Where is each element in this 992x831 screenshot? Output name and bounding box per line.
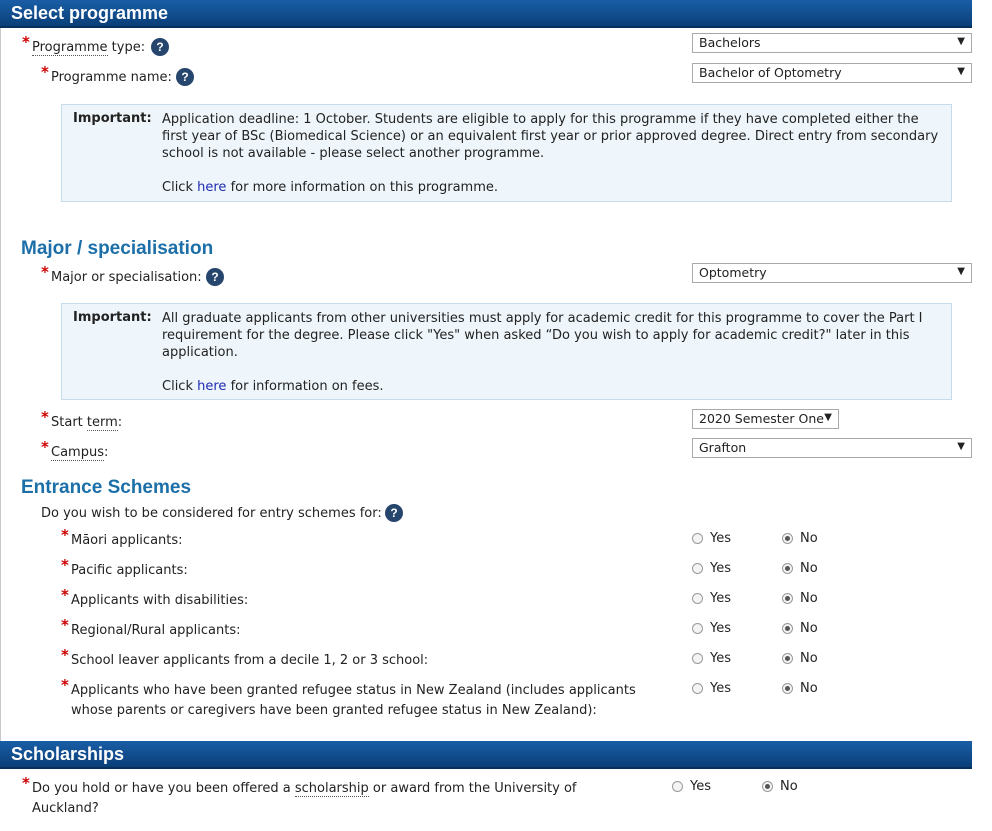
- major-select[interactable]: Optometry ▼: [692, 263, 972, 283]
- required-marker: *: [41, 63, 49, 81]
- section-heading-entrance: Entrance Schemes: [21, 477, 192, 498]
- scholarship-no-radio[interactable]: [762, 781, 773, 792]
- section-header-scholarships: Scholarships: [0, 741, 972, 769]
- programme-type-select[interactable]: Bachelors ▼: [692, 33, 972, 53]
- campus-label: Campus:: [51, 445, 109, 461]
- no-label: No: [800, 531, 818, 546]
- maori-no-radio[interactable]: [782, 533, 793, 544]
- yes-label: Yes: [710, 651, 731, 666]
- yes-label: Yes: [710, 531, 731, 546]
- help-icon[interactable]: ?: [176, 68, 194, 86]
- required-marker: *: [61, 676, 69, 694]
- notice-body: Application deadline: 1 October. Student…: [162, 112, 939, 161]
- notice-body: All graduate applicants from other unive…: [162, 311, 923, 360]
- campus-select[interactable]: Grafton ▼: [692, 438, 972, 458]
- maori-yes-radio[interactable]: [692, 533, 703, 544]
- regional-no-radio[interactable]: [782, 623, 793, 634]
- programme-type-label: Programme type:: [32, 40, 146, 56]
- refugee-label-line2: whose parents or caregivers have been gr…: [71, 703, 597, 718]
- required-marker: *: [41, 263, 49, 281]
- disabilities-label: Applicants with disabilities:: [71, 593, 249, 608]
- chevron-down-icon: ▼: [957, 266, 965, 277]
- required-marker: *: [22, 774, 30, 792]
- disabilities-yes-radio[interactable]: [692, 593, 703, 604]
- programme-info-link[interactable]: here: [197, 180, 226, 195]
- required-marker: *: [61, 556, 69, 574]
- refugee-no-radio[interactable]: [782, 683, 793, 694]
- required-marker: *: [22, 33, 30, 51]
- no-label: No: [800, 561, 818, 576]
- yes-label: Yes: [710, 621, 731, 636]
- maori-label: Māori applicants:: [71, 533, 183, 548]
- section-header-select-programme: Select programme: [0, 0, 972, 28]
- start-term-select[interactable]: 2020 Semester One ▼: [692, 409, 839, 429]
- regional-yes-radio[interactable]: [692, 623, 703, 634]
- refugee-yes-radio[interactable]: [692, 683, 703, 694]
- disabilities-no-radio[interactable]: [782, 593, 793, 604]
- yes-label: Yes: [710, 591, 731, 606]
- required-marker: *: [61, 616, 69, 634]
- no-label: No: [780, 779, 798, 794]
- required-marker: *: [61, 526, 69, 544]
- scholarship-yes-radio[interactable]: [672, 781, 683, 792]
- scholarship-question: Do you hold or have you been offered a s…: [32, 781, 577, 797]
- chevron-down-icon: ▼: [957, 441, 965, 452]
- notice-link-line: Click here for more information on this …: [162, 180, 499, 195]
- notice-text: Application deadline: 1 October. Student…: [162, 111, 942, 196]
- yes-label: Yes: [710, 561, 731, 576]
- required-marker: *: [61, 646, 69, 664]
- required-marker: *: [41, 408, 49, 426]
- form-left-border: [0, 28, 1, 743]
- programme-name-select[interactable]: Bachelor of Optometry ▼: [692, 63, 972, 83]
- school-leaver-yes-radio[interactable]: [692, 653, 703, 664]
- no-label: No: [800, 621, 818, 636]
- chevron-down-icon: ▼: [824, 412, 832, 423]
- required-marker: *: [41, 438, 49, 456]
- scholarship-question-line2: Auckland?: [32, 801, 99, 816]
- important-notice-programme: Important: Application deadline: 1 Octob…: [61, 104, 952, 202]
- yes-label: Yes: [690, 779, 711, 794]
- start-term-label: Start term:: [51, 415, 123, 431]
- notice-text: All graduate applicants from other unive…: [162, 310, 942, 395]
- section-heading-major: Major / specialisation: [21, 238, 214, 259]
- no-label: No: [800, 591, 818, 606]
- help-icon[interactable]: ?: [206, 268, 224, 286]
- regional-label: Regional/Rural applicants:: [71, 623, 241, 638]
- important-label: Important:: [73, 310, 152, 325]
- entrance-question: Do you wish to be considered for entry s…: [41, 506, 382, 521]
- chevron-down-icon: ▼: [957, 66, 965, 77]
- pacific-yes-radio[interactable]: [692, 563, 703, 574]
- important-label: Important:: [73, 111, 152, 126]
- notice-link-line: Click here for information on fees.: [162, 379, 384, 394]
- refugee-label-line1: Applicants who have been granted refugee…: [71, 683, 636, 698]
- school-leaver-no-radio[interactable]: [782, 653, 793, 664]
- major-label: Major or specialisation:: [51, 270, 202, 285]
- required-marker: *: [61, 586, 69, 604]
- no-label: No: [800, 681, 818, 696]
- programme-name-label: Programme name:: [51, 70, 172, 85]
- help-icon[interactable]: ?: [385, 504, 403, 522]
- pacific-label: Pacific applicants:: [71, 563, 188, 578]
- chevron-down-icon: ▼: [957, 36, 965, 47]
- no-label: No: [800, 651, 818, 666]
- important-notice-major: Important: All graduate applicants from …: [61, 303, 952, 400]
- pacific-no-radio[interactable]: [782, 563, 793, 574]
- help-icon[interactable]: ?: [151, 38, 169, 56]
- yes-label: Yes: [710, 681, 731, 696]
- school-leaver-label: School leaver applicants from a decile 1…: [71, 653, 429, 668]
- fees-info-link[interactable]: here: [197, 379, 226, 394]
